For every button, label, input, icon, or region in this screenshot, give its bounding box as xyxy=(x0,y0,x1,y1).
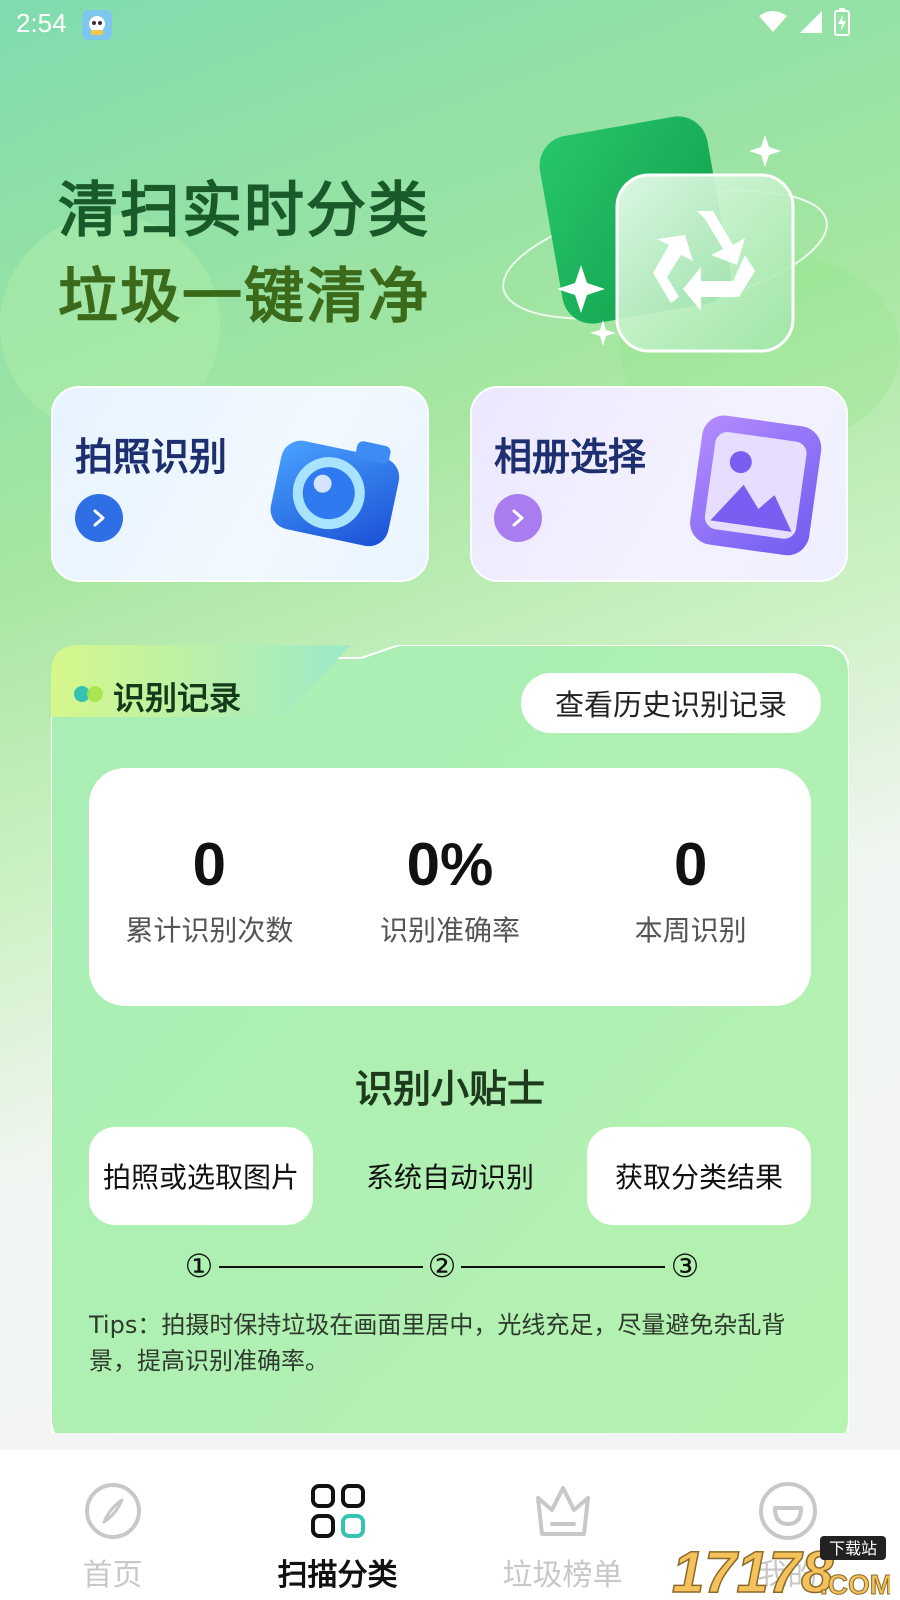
watermark-text: 17178 xyxy=(672,1540,834,1598)
stat-week-label: 本周识别 xyxy=(634,914,747,947)
nav-item-scan[interactable]: 扫描分类 xyxy=(225,1450,450,1600)
watermark-sub: 下载站 xyxy=(829,1539,877,1558)
stat-accuracy-value: 0% xyxy=(406,831,494,898)
stats-card: 0 累计识别次数 0% 识别准确率 0 本周识别 xyxy=(89,768,811,1006)
step-photo: 拍照或选取图片 xyxy=(89,1127,313,1225)
site-watermark-logo: 17178 下载站 .COM xyxy=(671,1536,890,1598)
smile-icon xyxy=(758,1482,817,1540)
photo-recognize-label: 拍照识别 xyxy=(75,435,228,479)
chevron-right-icon[interactable] xyxy=(75,494,123,542)
record-panel: 识别记录 查看历史识别记录 0 累计识别次数 0% 识别准确率 0 本周识别 识… xyxy=(51,645,849,1433)
step-auto-recognize: 系统自动识别 xyxy=(365,1161,534,1194)
camera-icon xyxy=(270,440,400,547)
step-progress-line: ① ② ③ xyxy=(185,1247,700,1285)
stat-week: 0 本周识别 xyxy=(570,768,811,1006)
stat-accuracy: 0% 识别准确率 xyxy=(330,768,571,1006)
stat-total: 0 累计识别次数 xyxy=(89,768,330,1006)
hero-line1: 清扫实时分类 xyxy=(58,176,430,246)
status-time: 2:54 xyxy=(16,8,67,38)
step-number-2: ② xyxy=(428,1247,457,1285)
album-select-card[interactable]: 相册选择 xyxy=(470,386,848,582)
photo-recognize-card[interactable]: 拍照识别 xyxy=(51,386,429,582)
view-history-button[interactable]: 查看历史识别记录 xyxy=(521,673,821,733)
chevron-right-icon[interactable] xyxy=(494,494,542,542)
step-result: 获取分类结果 xyxy=(587,1127,811,1225)
watermark-suffix: .COM xyxy=(820,1569,890,1598)
grid-icon xyxy=(310,1484,365,1538)
stat-total-label: 累计识别次数 xyxy=(125,914,294,947)
stat-accuracy-label: 识别准确率 xyxy=(380,914,521,947)
tips-title: 识别小贴士 xyxy=(354,1067,545,1111)
hero-title: 清扫实时分类 垃圾一键清净 xyxy=(58,168,430,340)
tips-text: Tips：拍摄时保持垃圾在画面里居中，光线充足，尽量避免杂乱背景，提高识别准确率… xyxy=(89,1311,786,1375)
nav-label-home: 首页 xyxy=(82,1558,143,1593)
status-bar: 2:54 xyxy=(0,0,900,50)
crown-icon xyxy=(535,1486,590,1536)
nav-item-ranking[interactable]: 垃圾榜单 xyxy=(450,1450,675,1600)
step-number-3: ③ xyxy=(671,1247,700,1285)
album-icon xyxy=(690,415,822,556)
tab-dots-icon xyxy=(74,686,103,702)
nav-item-home[interactable]: 首页 xyxy=(0,1450,225,1600)
app-notification-icon xyxy=(82,10,112,40)
nav-label-scan: 扫描分类 xyxy=(277,1558,398,1593)
hero-line2: 垃圾一键清净 xyxy=(58,262,430,332)
stat-week-value: 0 xyxy=(673,831,708,898)
battery-charging-icon xyxy=(834,8,850,36)
album-select-label: 相册选择 xyxy=(494,435,647,479)
record-title: 识别记录 xyxy=(113,679,242,717)
signal-icon xyxy=(800,11,822,33)
wifi-icon xyxy=(759,11,787,32)
stat-total-value: 0 xyxy=(192,831,227,898)
recycle-icon xyxy=(502,116,828,353)
nav-label-ranking: 垃圾榜单 xyxy=(502,1558,623,1593)
step-number-1: ① xyxy=(185,1247,214,1285)
compass-icon xyxy=(84,1483,141,1539)
